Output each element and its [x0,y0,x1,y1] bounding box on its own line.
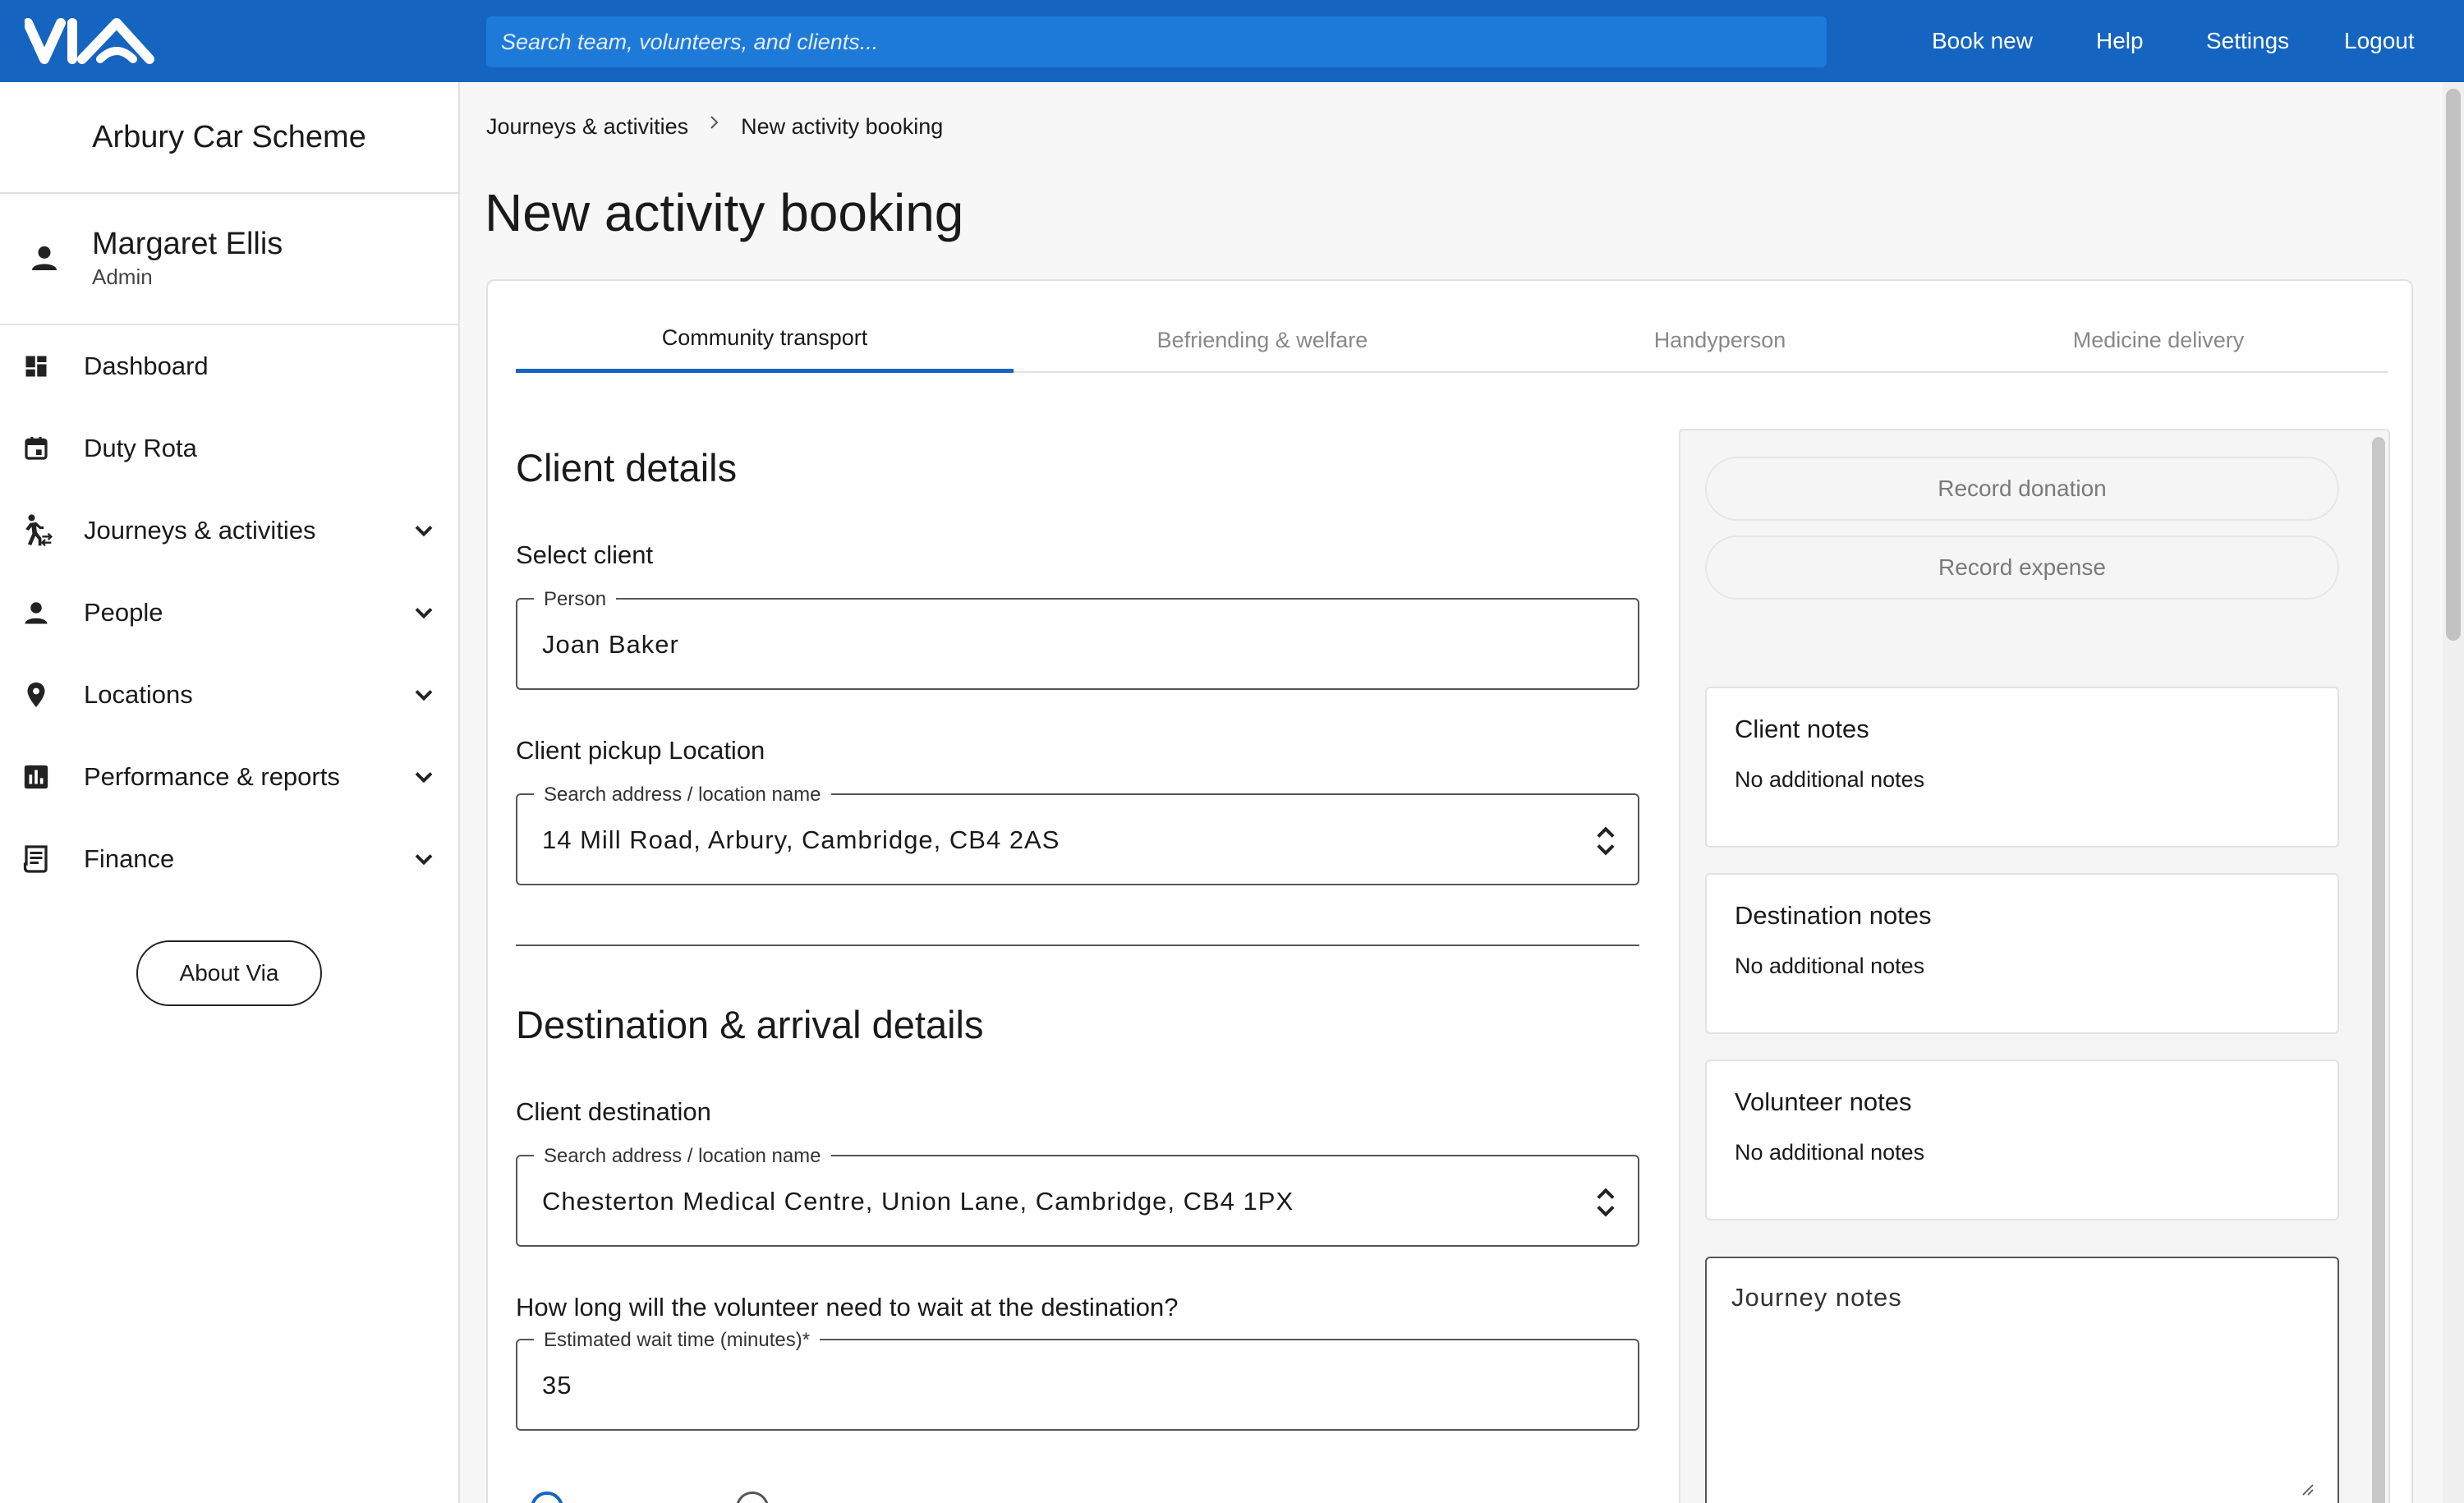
resize-handle-icon[interactable] [2298,1480,2315,1496]
user-icon [32,246,57,270]
destination-heading: Destination & arrival details [516,1003,984,1046]
client-notes-card: Client notes No additional notes [1705,687,2339,848]
volunteer-notes-card: Volunteer notes No additional notes [1705,1059,2339,1220]
field-legend: Estimated wait time (minutes)* [534,1329,821,1352]
chevron-down-icon [415,608,433,619]
current-user: Margaret Ellis Admin [0,194,458,325]
sidebar-item-people[interactable]: People [0,572,458,654]
wait-time-input[interactable] [542,1363,1552,1408]
chevron-right-icon [710,116,719,129]
sidebar-item-dashboard[interactable]: Dashboard [0,325,458,407]
user-name: Margaret Ellis [92,227,283,261]
pickup-location-input[interactable] [542,818,1552,862]
via-logo[interactable] [25,18,172,64]
notes-title: Volunteer notes [1735,1087,1912,1116]
destination-field: Search address / location name [516,1145,1639,1247]
book-new-link[interactable]: Book new [1932,0,2033,82]
tab-medicine-delivery[interactable]: Medicine delivery [1928,307,2388,373]
top-app-bar: Book new Help Settings Logout [0,0,2464,82]
page-title: New activity booking [485,183,964,242]
record-expense-button[interactable]: Record expense [1705,535,2339,600]
client-details-heading: Client details [516,446,738,490]
section-divider [516,945,1639,946]
departure-radio[interactable] [736,1492,769,1503]
about-via-button[interactable]: About Via [136,940,322,1006]
tab-handyperson[interactable]: Handyperson [1511,307,1928,373]
tab-community-transport[interactable]: Community transport [516,307,1014,373]
notes-body: No additional notes [1735,1140,1925,1165]
walking-person-icon [18,512,54,549]
person-icon [18,595,54,631]
record-donation-button[interactable]: Record donation [1705,457,2339,521]
sidebar-item-journeys[interactable]: Journeys & activities [0,490,458,572]
search-input[interactable] [486,16,1827,67]
sidebar-item-performance[interactable]: Performance & reports [0,736,458,818]
field-legend: Person [534,588,617,611]
panel-scrollbar[interactable] [2372,437,2385,1503]
wait-time-field: Estimated wait time (minutes)* [516,1329,1639,1431]
logout-link[interactable]: Logout [2344,0,2415,82]
chevron-down-icon [415,526,433,537]
journey-notes-field [1705,1257,2339,1503]
journey-notes-textarea[interactable] [1731,1283,2306,1480]
organisation-name: Arbury Car Scheme [0,82,458,194]
breadcrumb-current: New activity booking [741,113,944,139]
select-client-label: Select client [516,540,654,569]
arrival-radio[interactable] [531,1492,563,1503]
sidebar-item-duty-rota[interactable]: Duty Rota [0,407,458,490]
breadcrumb-parent-link[interactable]: Journeys & activities [486,114,688,140]
sidebar-item-label: Locations [84,680,193,709]
destination-input[interactable] [542,1179,1552,1224]
notes-title: Destination notes [1735,901,1932,930]
pickup-location-field: Search address / location name [516,784,1639,885]
client-person-input[interactable] [542,623,1552,667]
tab-befriending-welfare[interactable]: Befriending & welfare [1014,307,1511,373]
client-destination-label: Client destination [516,1097,711,1126]
sidebar-item-label: People [84,598,163,627]
global-search [486,16,1827,67]
sidebar-item-locations[interactable]: Locations [0,654,458,736]
notes-title: Client notes [1735,715,1869,743]
user-role: Admin [92,264,153,289]
page-scrollbar-thumb[interactable] [2446,89,2461,641]
chevron-down-icon [415,854,433,866]
booking-side-panel: Record donation Record expense Client no… [1679,429,2390,1503]
destination-notes-card: Destination notes No additional notes [1705,873,2339,1034]
sidebar-item-label: Dashboard [84,352,209,380]
sidebar-item-label: Finance [84,844,175,873]
unfold-icon[interactable] [1595,823,1616,859]
activity-type-tabs: Community transport Befriending & welfar… [516,307,2388,373]
chevron-down-icon [415,772,433,784]
booking-form-card: Community transport Befriending & welfar… [486,279,2413,1503]
bar-chart-icon [18,759,54,795]
location-pin-icon [18,677,54,713]
wait-time-question: How long will the volunteer need to wait… [516,1293,1179,1321]
notes-body: No additional notes [1735,954,1925,978]
notes-body: No additional notes [1735,767,1925,792]
dashboard-icon [18,348,54,384]
help-link[interactable]: Help [2096,0,2144,82]
sidebar-item-finance[interactable]: Finance [0,818,458,900]
field-legend: Search address / location name [534,784,831,807]
receipt-icon [18,841,54,877]
sidebar: Arbury Car Scheme Margaret Ellis Admin D… [0,82,460,1503]
page-scrollbar-track [2443,82,2464,1503]
unfold-icon[interactable] [1595,1184,1616,1220]
settings-link[interactable]: Settings [2206,0,2289,82]
chevron-down-icon [415,690,433,701]
breadcrumb: Journeys & activities New activity booki… [486,113,943,140]
sidebar-item-label: Performance & reports [84,762,340,791]
pickup-location-label: Client pickup Location [516,736,765,765]
calendar-icon [18,430,54,467]
client-person-field: Person [516,588,1639,690]
sidebar-item-label: Journeys & activities [84,516,316,545]
field-legend: Search address / location name [534,1145,831,1168]
sidebar-item-label: Duty Rota [84,434,197,462]
